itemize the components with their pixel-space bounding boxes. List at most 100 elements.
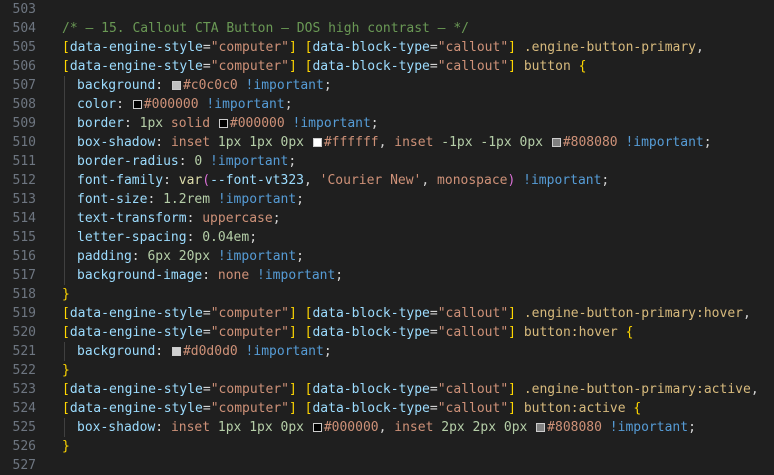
code-line[interactable]: 518}	[0, 285, 774, 304]
code-line[interactable]: 516 padding: 6px 20px !important;	[0, 247, 774, 266]
code-token: ;	[249, 230, 258, 245]
code-line[interactable]: 522}	[0, 361, 774, 380]
color-swatch-icon[interactable]	[312, 423, 322, 432]
code-token: box-shadow	[77, 135, 156, 150]
code-token: data-block-type	[312, 401, 430, 416]
code-line[interactable]: 510 box-shadow: inset 1px 1px 0px #ffffff…	[0, 133, 774, 152]
code-text: [data-engine-style="computer"] [data-blo…	[62, 57, 586, 76]
code-token: 1px 1px 0px	[217, 135, 312, 150]
code-token: #808080	[547, 420, 602, 435]
line-number: 515	[12, 230, 36, 245]
line-number: 504	[12, 21, 36, 36]
code-token: ,	[303, 173, 320, 188]
code-line[interactable]: 506 [data-engine-style="computer"] [data-…	[0, 57, 774, 76]
code-line[interactable]: 503	[0, 0, 774, 19]
code-text: border: 1px solid #000000 !important;	[77, 114, 379, 133]
code-token: -1px -1px 0px	[441, 135, 551, 150]
code-token: :	[178, 154, 195, 169]
code-token: ]	[289, 325, 297, 340]
color-swatch-icon[interactable]	[171, 81, 181, 90]
code-token: =	[202, 325, 211, 340]
code-token: ]	[289, 401, 297, 416]
code-text: font-size: 1.2rem !important;	[77, 190, 304, 209]
code-token: data-engine-style	[69, 382, 203, 397]
code-token: :	[116, 97, 132, 112]
code-token: monospace	[437, 173, 508, 188]
code-token: #c0c0c0	[182, 78, 238, 93]
code-token: !important	[601, 420, 689, 435]
code-line[interactable]: 509 border: 1px solid #000000 !important;	[0, 114, 774, 133]
code-token: =	[202, 306, 211, 321]
code-token: !important	[249, 268, 336, 283]
code-token: text-transform	[77, 211, 187, 226]
code-token: =	[202, 40, 211, 55]
color-swatch-icon[interactable]	[132, 100, 142, 109]
code-token: [	[62, 401, 70, 416]
code-token: =	[429, 382, 438, 397]
code-token: :	[155, 78, 171, 93]
code-text: background: #d0d0d0 !important;	[77, 342, 332, 361]
color-swatch-icon[interactable]	[312, 138, 322, 147]
code-token: }	[62, 439, 70, 454]
code-text: padding: 6px 20px !important;	[77, 247, 304, 266]
code-token: 1px	[139, 116, 164, 131]
color-swatch-icon[interactable]	[171, 347, 181, 356]
code-line[interactable]: 508 color: #000000 !important;	[0, 95, 774, 114]
code-token: data-block-type	[312, 59, 430, 74]
code-line[interactable]: 504 /* — 15. Callout CTA Button — DOS hig…	[0, 19, 774, 38]
code-token: ;	[272, 211, 281, 226]
code-token: data-block-type	[312, 40, 430, 55]
code-text: text-transform: uppercase;	[77, 209, 281, 228]
code-token: ;	[601, 173, 610, 188]
code-token: "computer"	[210, 40, 289, 55]
code-line[interactable]: 515 letter-spacing: 0.04em;	[0, 228, 774, 247]
code-token: !important	[617, 135, 704, 150]
code-line[interactable]: 521 background: #d0d0d0 !important;	[0, 342, 774, 361]
code-line[interactable]: 511 border-radius: 0 !important;	[0, 152, 774, 171]
code-line[interactable]: 523 [data-engine-style="computer"] [data-…	[0, 380, 774, 399]
code-line[interactable]: 507 background: #c0c0c0 !important;	[0, 76, 774, 95]
code-token: "callout"	[437, 382, 509, 397]
code-line[interactable]: 513 font-size: 1.2rem !important;	[0, 190, 774, 209]
code-token: "callout"	[437, 306, 509, 321]
color-swatch-icon[interactable]	[218, 119, 228, 128]
code-line[interactable]: 526}	[0, 437, 774, 456]
code-line[interactable]: 525 box-shadow: inset 1px 1px 0px #000000…	[0, 418, 774, 437]
code-line[interactable]: 519 [data-engine-style="computer"] [data-…	[0, 304, 774, 323]
code-token: {	[578, 59, 587, 74]
code-editor[interactable]: 503 504 /* — 15. Callout CTA Button — DOS …	[0, 0, 774, 475]
code-token: ]	[508, 306, 516, 321]
code-token: :	[123, 116, 140, 131]
code-token: !important	[515, 173, 602, 188]
code-token: ;	[296, 192, 304, 207]
line-number: 511	[12, 154, 36, 169]
color-swatch-icon[interactable]	[551, 138, 561, 147]
code-token: [	[62, 306, 70, 321]
code-token: background	[77, 344, 156, 359]
line-number: 523	[12, 382, 36, 397]
code-line[interactable]: 520 [data-engine-style="computer"] [data-…	[0, 323, 774, 342]
code-token: "computer"	[210, 306, 289, 321]
code-line[interactable]: 512 font-family: var(--font-vt323, 'Couri…	[0, 171, 774, 190]
code-token: 1.2rem	[163, 192, 211, 207]
code-line[interactable]: 527	[0, 456, 774, 475]
code-line[interactable]: 524 [data-engine-style="computer"] [data-…	[0, 399, 774, 418]
code-token: :	[131, 249, 148, 264]
code-token: button	[516, 59, 571, 74]
line-number: 526	[12, 439, 36, 454]
color-swatch-icon[interactable]	[536, 423, 546, 432]
code-line[interactable]: 505 [data-engine-style="computer"] [data-…	[0, 38, 774, 57]
code-text: [data-engine-style="computer"] [data-blo…	[62, 399, 641, 418]
code-token: ;	[284, 97, 293, 112]
code-token: ]	[508, 325, 516, 340]
code-line[interactable]: 514 text-transform: uppercase;	[0, 209, 774, 228]
code-line[interactable]: 517 background-image: none !important;	[0, 266, 774, 285]
line-number: 508	[12, 97, 36, 112]
code-text: [data-engine-style="computer"] [data-blo…	[62, 380, 759, 399]
line-number: 521	[12, 344, 36, 359]
code-token: !important	[237, 344, 324, 359]
line-number: 518	[12, 287, 36, 302]
